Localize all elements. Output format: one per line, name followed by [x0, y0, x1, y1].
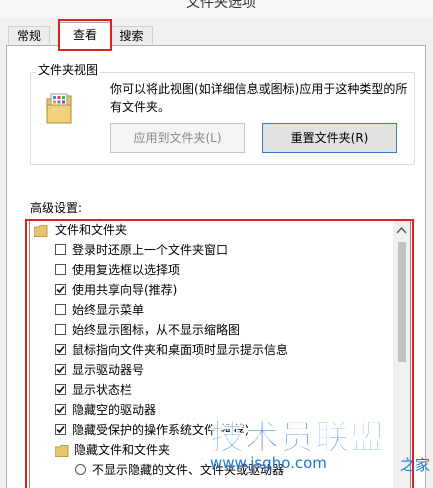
apply-to-folders-button[interactable]: 应用到文件夹(L): [110, 123, 245, 153]
checkbox-checked[interactable]: [55, 404, 66, 415]
folder-icon: [54, 443, 69, 457]
checkbox-checked[interactable]: [55, 364, 66, 375]
tab-search[interactable]: 搜索: [110, 26, 153, 44]
check-icon: [56, 365, 65, 374]
scroll-thumb[interactable]: [398, 242, 406, 362]
tab-general[interactable]: 常规: [8, 26, 50, 44]
window-title: 文件夹选项: [186, 0, 256, 11]
checkbox-checked[interactable]: [55, 384, 66, 395]
checkbox-unchecked[interactable]: [55, 304, 66, 315]
radio-unselected[interactable]: [75, 464, 86, 475]
list-item-label: 隐藏空的驱动器: [72, 403, 157, 417]
list-item-label: 隐藏文件和文件夹: [74, 443, 171, 457]
checkbox-unchecked[interactable]: [55, 264, 66, 275]
check-icon: [56, 405, 65, 414]
check-icon: [56, 345, 65, 354]
folder-views-description: 你可以将此视图(如详细信息或图标)应用于这种类型的所有文件夹。: [110, 82, 408, 114]
list-item-label: 文件和文件夹: [55, 223, 128, 237]
checkbox-unchecked[interactable]: [55, 324, 66, 335]
list-scrollbar[interactable]: [393, 220, 410, 488]
folder-views-icon: [45, 91, 75, 125]
folder-icon: [33, 223, 48, 237]
list-item-label: 隐藏受保护的操作系统文件(推荐): [72, 423, 250, 437]
list-item-label: 始终显示图标，从不显示缩略图: [72, 323, 241, 337]
checkbox-checked[interactable]: [55, 424, 66, 435]
reset-folders-button[interactable]: 重置文件夹(R): [262, 123, 397, 153]
check-icon: [56, 425, 65, 434]
tab-view[interactable]: 查看: [59, 22, 111, 46]
scroll-up-icon[interactable]: [396, 224, 407, 234]
list-item-label: 使用共享向导(推荐): [72, 283, 178, 297]
advanced-settings-label: 高级设置:: [30, 201, 83, 215]
advanced-settings-list[interactable]: 文件和文件夹 登录时还原上一个文件夹窗口 使用复选框以选择项 使用共享向导(推荐…: [29, 219, 411, 488]
list-item-label: 登录时还原上一个文件夹窗口: [72, 243, 229, 257]
check-icon: [56, 285, 65, 294]
list-item-label: 鼠标指向文件夹和桌面项时显示提示信息: [72, 343, 289, 357]
checkbox-checked[interactable]: [55, 284, 66, 295]
folder-views-title: 文件夹视图: [36, 61, 101, 78]
checkbox-unchecked[interactable]: [55, 244, 66, 255]
check-icon: [56, 385, 65, 394]
list-item-label: 显示状态栏: [72, 383, 133, 397]
list-item-label: 显示驱动器号: [72, 363, 145, 377]
title-bar: 文件夹选项: [0, 0, 433, 18]
checkbox-checked[interactable]: [55, 344, 66, 355]
list-item-label: 不显示隐藏的文件、文件夹或驱动器: [92, 463, 285, 477]
list-item-label: 始终显示菜单: [72, 303, 145, 317]
list-item-label: 使用复选框以选择项: [72, 263, 181, 277]
